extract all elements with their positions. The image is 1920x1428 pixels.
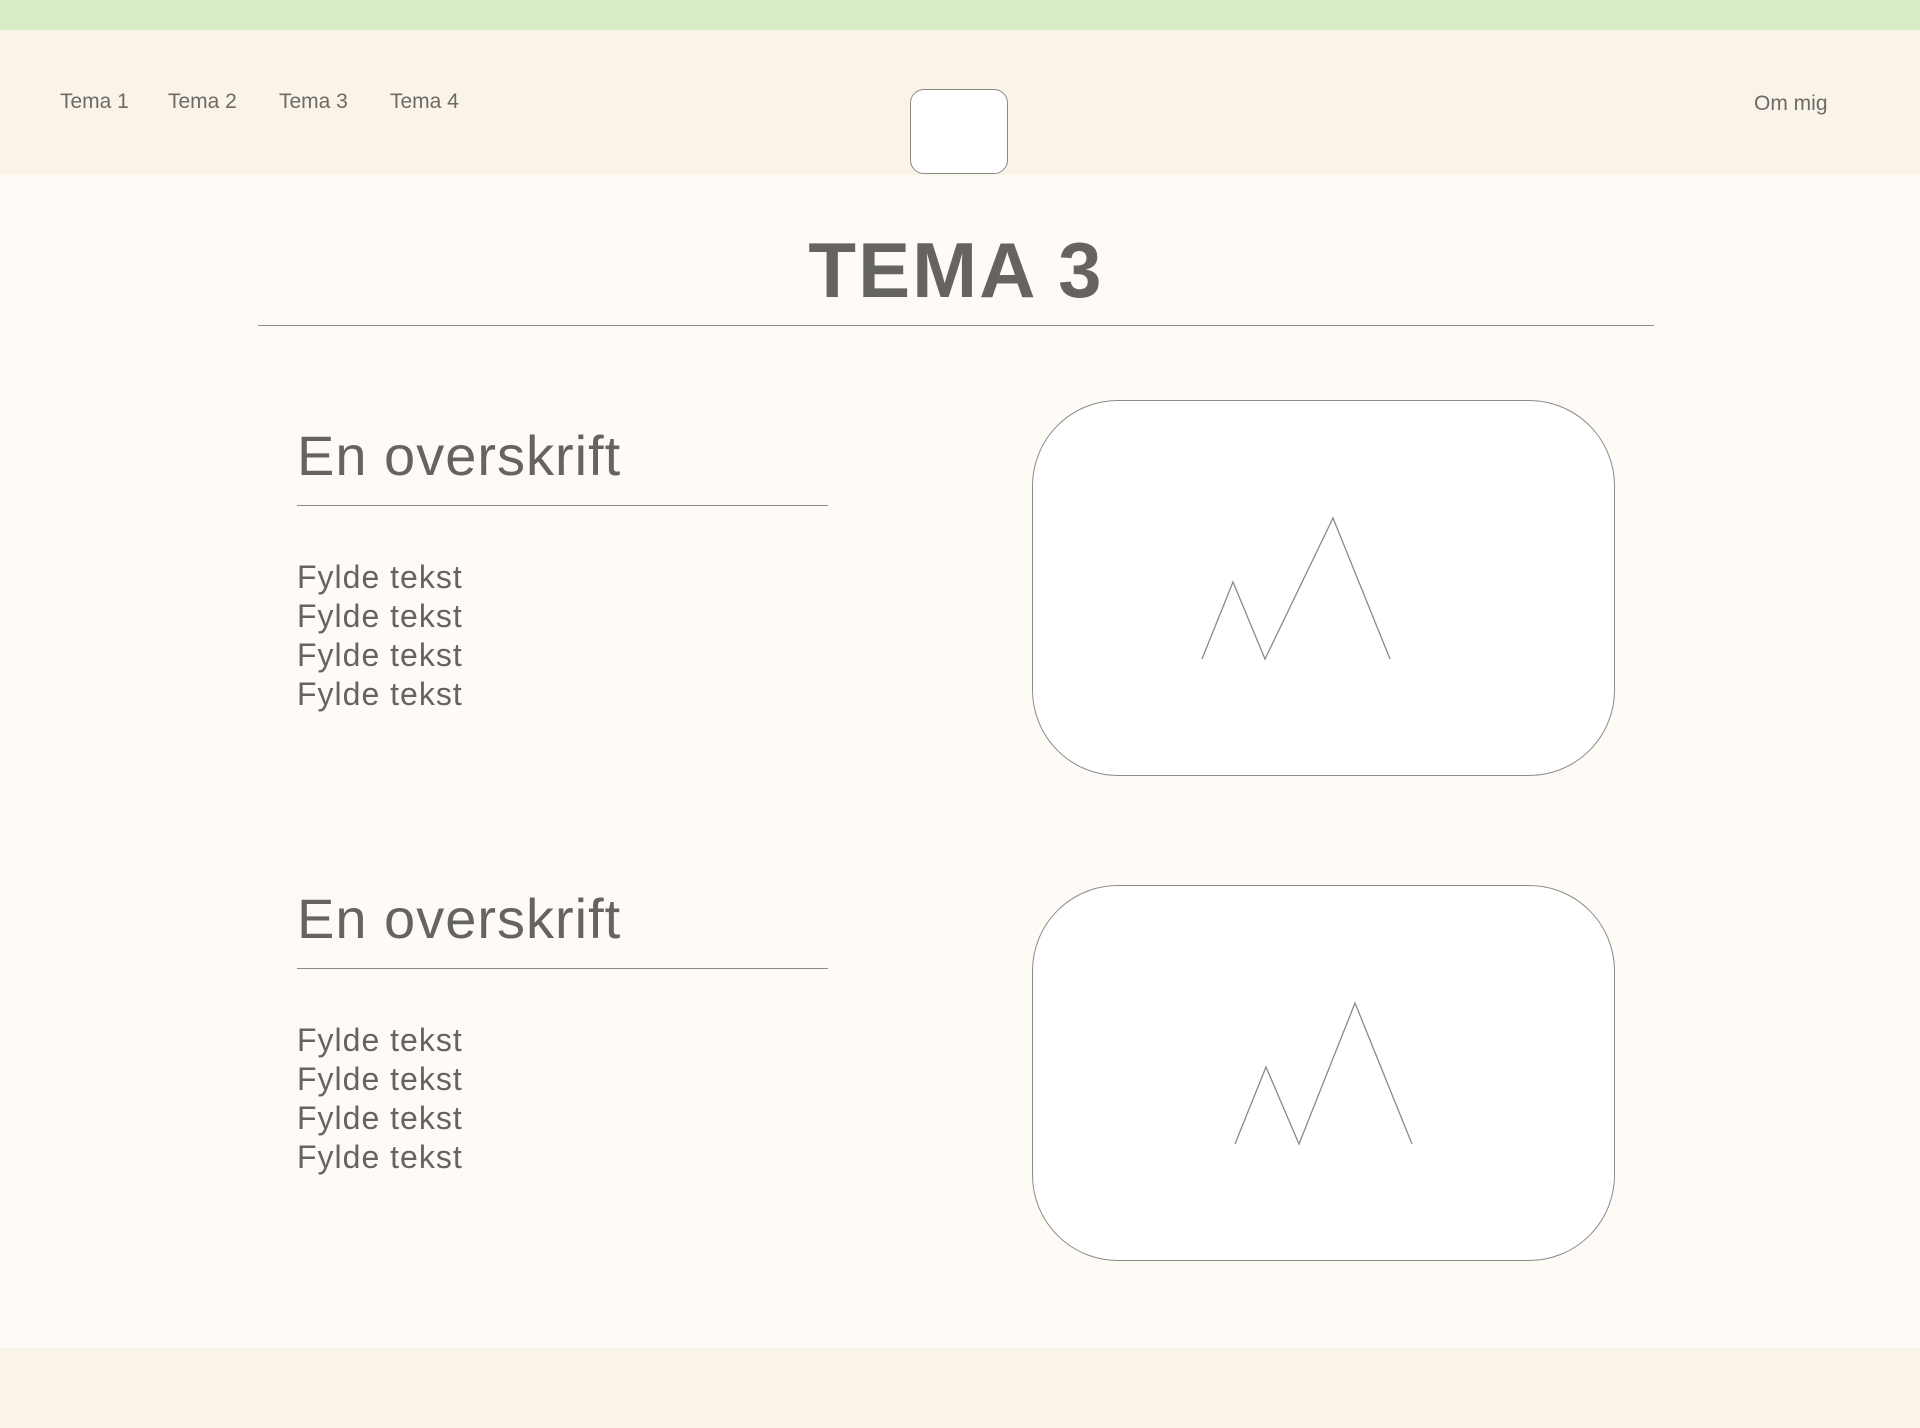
section-heading: En overskrift bbox=[297, 424, 622, 487]
body-line: Fylde tekst bbox=[297, 598, 463, 634]
section-heading: En overskrift bbox=[297, 887, 622, 950]
section-heading-divider bbox=[297, 505, 828, 506]
nav-link-tema-3[interactable]: Tema 3 bbox=[279, 89, 348, 115]
section-body-text: Fylde tekst Fylde tekst Fylde tekst Fyld… bbox=[297, 558, 463, 714]
section-heading-divider bbox=[297, 968, 828, 969]
page-title: TEMA 3 bbox=[808, 226, 1104, 314]
body-line: Fylde tekst bbox=[297, 1022, 463, 1058]
body-line: Fylde tekst bbox=[297, 1100, 463, 1136]
body-line: Fylde tekst bbox=[297, 1139, 463, 1175]
mountain-icon bbox=[1234, 1001, 1413, 1146]
site-header: Tema 1 Tema 2 Tema 3 Tema 4 Om mig bbox=[0, 30, 1920, 175]
image-placeholder-card bbox=[1032, 400, 1615, 776]
nav-link-tema-4[interactable]: Tema 4 bbox=[390, 89, 459, 115]
mountain-icon bbox=[1201, 516, 1391, 661]
section-body-text: Fylde tekst Fylde tekst Fylde tekst Fyld… bbox=[297, 1021, 463, 1177]
body-line: Fylde tekst bbox=[297, 637, 463, 673]
body-line: Fylde tekst bbox=[297, 676, 463, 712]
image-placeholder-card bbox=[1032, 885, 1615, 1261]
body-line: Fylde tekst bbox=[297, 1061, 463, 1097]
title-divider bbox=[258, 325, 1654, 326]
nav-link-tema-1[interactable]: Tema 1 bbox=[60, 89, 129, 115]
top-accent-strip bbox=[0, 0, 1920, 30]
nav-link-about[interactable]: Om mig bbox=[1754, 91, 1828, 117]
logo-placeholder[interactable] bbox=[910, 89, 1008, 174]
nav-link-tema-2[interactable]: Tema 2 bbox=[168, 89, 237, 115]
body-line: Fylde tekst bbox=[297, 559, 463, 595]
site-footer bbox=[0, 1348, 1920, 1428]
